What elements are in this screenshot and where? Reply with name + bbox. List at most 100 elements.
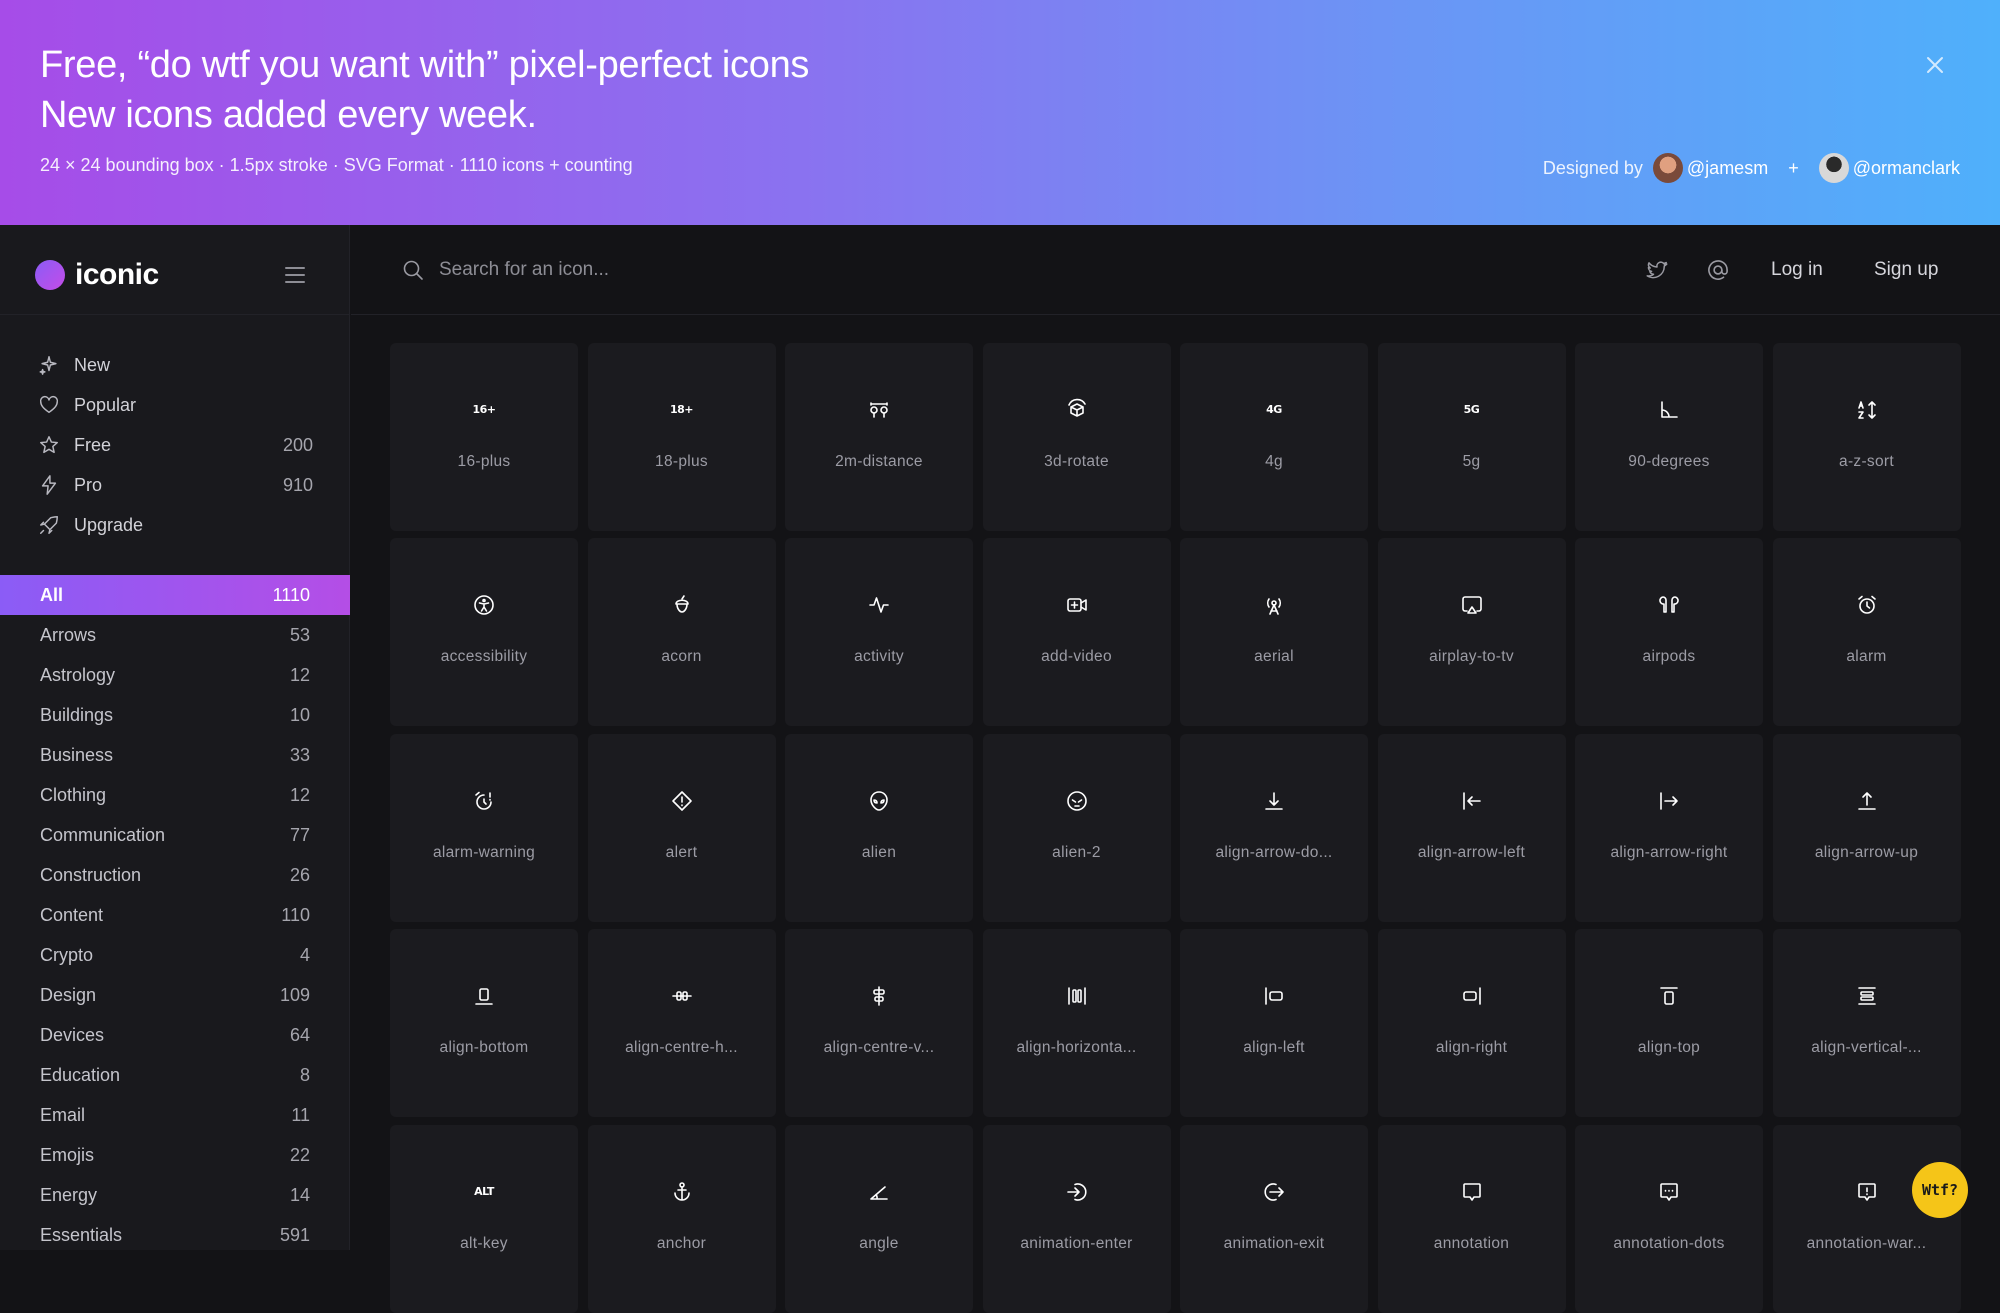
quick-filter-popular[interactable]: Popular <box>38 385 313 425</box>
icon-tile[interactable]: acorn <box>587 538 776 727</box>
category-essentials[interactable]: Essentials 591 <box>0 1215 350 1255</box>
category-all[interactable]: All 1110 <box>0 575 350 615</box>
category-crypto[interactable]: Crypto 4 <box>0 935 350 975</box>
icon-tile[interactable]: align-centre-v... <box>785 929 973 1118</box>
animation-exit-icon <box>1262 1180 1286 1204</box>
icon-label: 90-degrees <box>1628 453 1710 470</box>
category-buildings[interactable]: Buildings 10 <box>0 695 350 735</box>
icon-tile[interactable]: a-z-sort <box>1772 343 1961 531</box>
designer-link-ormanclark[interactable]: @ormanclark <box>1853 158 1960 179</box>
category-label: Energy <box>40 1184 98 1205</box>
icon-label: align-arrow-right <box>1610 843 1728 861</box>
icon-tile[interactable]: align-vertical-... <box>1772 929 1961 1118</box>
icon-label: aerial <box>1254 648 1294 666</box>
icon-tile[interactable]: alert <box>587 733 776 922</box>
icon-tile[interactable]: 3d-rotate <box>982 343 1171 531</box>
category-emojis[interactable]: Emojis 22 <box>0 1135 350 1175</box>
icon-tile[interactable]: align-left <box>1180 929 1368 1118</box>
icon-tile[interactable]: 4G 4g <box>1180 343 1368 531</box>
icon-tile[interactable]: 18+ 18-plus <box>587 343 776 531</box>
icon-tile[interactable]: align-horizonta... <box>982 929 1171 1118</box>
menu-icon[interactable] <box>280 260 310 290</box>
category-devices[interactable]: Devices 64 <box>0 1015 350 1055</box>
designer-link-jamesm[interactable]: @jamesm <box>1687 158 1768 179</box>
icon-label: align-right <box>1435 1039 1508 1057</box>
wtf-help-button[interactable]: Wtf? <box>1912 1162 1968 1218</box>
category-energy[interactable]: Energy 14 <box>0 1175 350 1215</box>
category-email[interactable]: Email 11 <box>0 1095 350 1135</box>
icon-label: add-video <box>1041 648 1112 666</box>
at-sign-icon[interactable] <box>1705 257 1731 283</box>
quick-filter-new[interactable]: New <box>38 345 313 385</box>
airplay-to-tv-icon <box>1460 593 1484 617</box>
icon-tile[interactable]: 5G 5g <box>1377 343 1566 531</box>
quick-filter-upgrade[interactable]: Upgrade <box>38 505 313 545</box>
category-astrology[interactable]: Astrology 12 <box>0 655 350 695</box>
align-vertical-icon <box>1855 984 1879 1008</box>
icon-tile[interactable]: anchor <box>587 1124 776 1313</box>
avatar-ormanclark <box>1818 153 1849 183</box>
icon-tile[interactable]: alarm-warning <box>390 733 578 922</box>
icon-tile[interactable]: airpods <box>1575 538 1763 727</box>
icon-tile[interactable]: align-centre-h... <box>587 929 776 1118</box>
close-icon[interactable] <box>1920 50 1950 80</box>
signup-button[interactable]: Sign up <box>1874 250 1938 290</box>
quick-filter-free[interactable]: Free 200 <box>38 425 313 465</box>
category-construction[interactable]: Construction 26 <box>0 855 350 895</box>
icon-tile[interactable]: activity <box>785 538 973 727</box>
login-button[interactable]: Log in <box>1771 250 1823 290</box>
icon-tile[interactable]: alarm <box>1772 538 1961 727</box>
quick-filter-label: Free <box>74 434 112 455</box>
category-label: Design <box>40 984 97 1005</box>
icon-tile[interactable]: animation-enter <box>982 1124 1171 1313</box>
category-count: 64 <box>289 1024 310 1045</box>
category-label: Astrology <box>40 664 116 685</box>
accessibility-icon <box>472 593 496 617</box>
annotation-war-icon <box>1855 1180 1879 1204</box>
icon-tile[interactable]: aerial <box>1180 538 1368 727</box>
category-design[interactable]: Design 109 <box>0 975 350 1015</box>
category-education[interactable]: Education 8 <box>0 1055 350 1095</box>
icon-tile[interactable]: align-arrow-up <box>1772 733 1961 922</box>
banner-headline-line1: Free, “do wtf you want with” pixel-perfe… <box>40 44 810 86</box>
icon-label: align-left <box>1243 1039 1305 1057</box>
icon-tile[interactable]: align-top <box>1575 929 1763 1118</box>
icon-tile[interactable]: annotation-war... <box>1772 1124 1961 1313</box>
brand-logo[interactable]: iconic <box>35 255 159 295</box>
icon-tile[interactable]: align-arrow-left <box>1377 733 1566 922</box>
category-communication[interactable]: Communication 77 <box>0 815 350 855</box>
twitter-icon[interactable] <box>1644 257 1670 283</box>
icon-tile[interactable]: align-arrow-right <box>1575 733 1763 922</box>
category-count: 110 <box>281 904 310 925</box>
quick-filter-pro[interactable]: Pro 910 <box>38 465 313 505</box>
icon-tile[interactable]: alien <box>785 733 973 922</box>
logo-dot-icon <box>35 260 65 290</box>
icon-tile[interactable]: accessibility <box>390 538 578 727</box>
icon-tile[interactable]: annotation <box>1377 1124 1566 1313</box>
search-input[interactable] <box>439 250 1139 290</box>
category-business[interactable]: Business 33 <box>0 735 350 775</box>
icon-tile[interactable]: align-right <box>1377 929 1566 1118</box>
category-count: 12 <box>289 664 310 685</box>
category-content[interactable]: Content 110 <box>0 895 350 935</box>
icon-tile[interactable]: 2m-distance <box>785 343 973 531</box>
category-label: Clothing <box>40 784 107 805</box>
icon-tile[interactable]: 16+ 16-plus <box>390 343 578 531</box>
icon-tile[interactable]: 90-degrees <box>1575 343 1763 531</box>
icon-tile[interactable]: ALT alt-key <box>390 1124 578 1313</box>
icon-tile[interactable]: alien-2 <box>982 733 1171 922</box>
icon-tile[interactable]: animation-exit <box>1180 1124 1368 1313</box>
category-count: 1110 <box>272 584 310 605</box>
icon-tile[interactable]: add-video <box>982 538 1171 727</box>
icon-label: 2m-distance <box>835 453 923 470</box>
icon-tile[interactable]: airplay-to-tv <box>1377 538 1566 727</box>
icon-label: alarm <box>1846 648 1887 666</box>
icon-tile[interactable]: align-arrow-do... <box>1180 733 1368 922</box>
icon-tile[interactable]: align-bottom <box>390 929 578 1118</box>
icon-tile[interactable]: angle <box>785 1124 973 1313</box>
category-count: 26 <box>289 864 310 885</box>
category-arrows[interactable]: Arrows 53 <box>0 615 350 655</box>
icon-tile[interactable]: annotation-dots <box>1575 1124 1763 1313</box>
designer-credits: Designed by @jamesm + @ormanclark <box>1543 150 1960 186</box>
category-clothing[interactable]: Clothing 12 <box>0 775 350 815</box>
